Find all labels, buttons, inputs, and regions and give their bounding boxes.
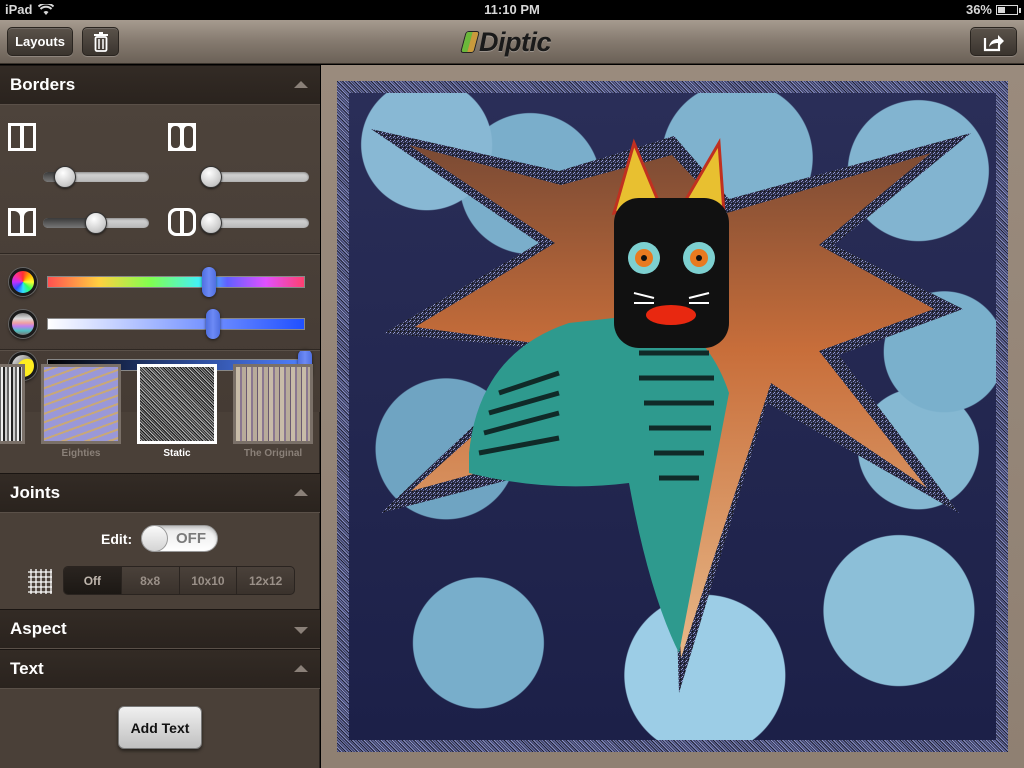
outer-border-icon [168,123,196,151]
collapse-arrow-icon [294,665,308,672]
saturation-slider[interactable] [47,318,305,330]
borders-title: Borders [10,75,76,94]
battery-percent: 36% [965,2,992,17]
corner-radius-icon [168,208,196,236]
collage-frame[interactable] [337,81,1008,752]
toggle-state: OFF [176,530,206,547]
edit-toggle[interactable]: OFF [141,525,218,552]
joints-title: Joints [10,483,61,502]
divider [0,349,320,351]
grid-segmented-control: Off 8x8 10x10 12x12 [63,566,295,595]
trash-icon [93,31,108,52]
collapse-arrow-icon [294,81,308,88]
edit-label: Edit: [101,531,133,547]
collage-canvas [321,65,1024,768]
texture-swatch-static[interactable] [137,364,217,444]
share-icon [983,34,1004,51]
layouts-button[interactable]: Layouts [7,27,73,56]
texture-label: The Original [243,448,303,459]
border-curve-slider-knob[interactable] [85,212,107,234]
share-button[interactable] [970,27,1017,56]
grid-option-8x8[interactable]: 8x8 [120,567,179,594]
texture-label: Static [163,448,191,459]
sidebar: Borders Eighties Static The Original Joi… [0,65,320,768]
expand-arrow-icon [294,627,308,634]
clock: 11:10 PM [484,2,540,17]
background-photo[interactable] [349,93,996,740]
status-bar: iPad 11:10 PM 36% [0,0,1024,20]
toggle-knob [141,525,168,552]
text-title: Text [10,659,44,678]
text-header[interactable]: Text [0,649,320,689]
collapse-arrow-icon [294,489,308,496]
grid-option-off[interactable]: Off [64,567,121,594]
joints-header[interactable]: Joints [0,473,320,513]
hue-wheel-icon [9,268,37,296]
starburst-photo[interactable] [349,93,996,740]
texture-label: Eighties [61,448,101,459]
texture-swatch-original[interactable] [233,364,313,444]
battery-icon [996,4,1021,15]
inner-border-icon [8,123,36,151]
divider [0,253,320,255]
curve-border-icon [8,208,36,236]
inner-border-slider-knob[interactable] [54,166,76,188]
hue-slider-knob[interactable] [202,267,216,297]
grid-icon [28,569,52,594]
outer-border-slider-knob[interactable] [200,166,222,188]
grid-option-12x12[interactable]: 12x12 [236,567,294,594]
saturation-icon [9,310,37,338]
borders-header[interactable]: Borders [0,65,320,105]
grid-option-10x10[interactable]: 10x10 [178,567,237,594]
hue-slider[interactable] [47,276,305,288]
texture-swatch[interactable] [0,364,25,444]
aspect-header[interactable]: Aspect [0,609,320,649]
diptic-logo-icon [460,31,480,53]
corner-radius-slider-knob[interactable] [200,212,222,234]
saturation-slider-knob[interactable] [206,309,220,339]
app-title: Diptic [479,26,552,57]
trash-button[interactable] [82,27,119,56]
app-logo: Diptic [460,26,552,57]
aspect-title: Aspect [10,619,67,638]
texture-swatch-eighties[interactable] [41,364,121,444]
add-text-button[interactable]: Add Text [118,706,202,749]
